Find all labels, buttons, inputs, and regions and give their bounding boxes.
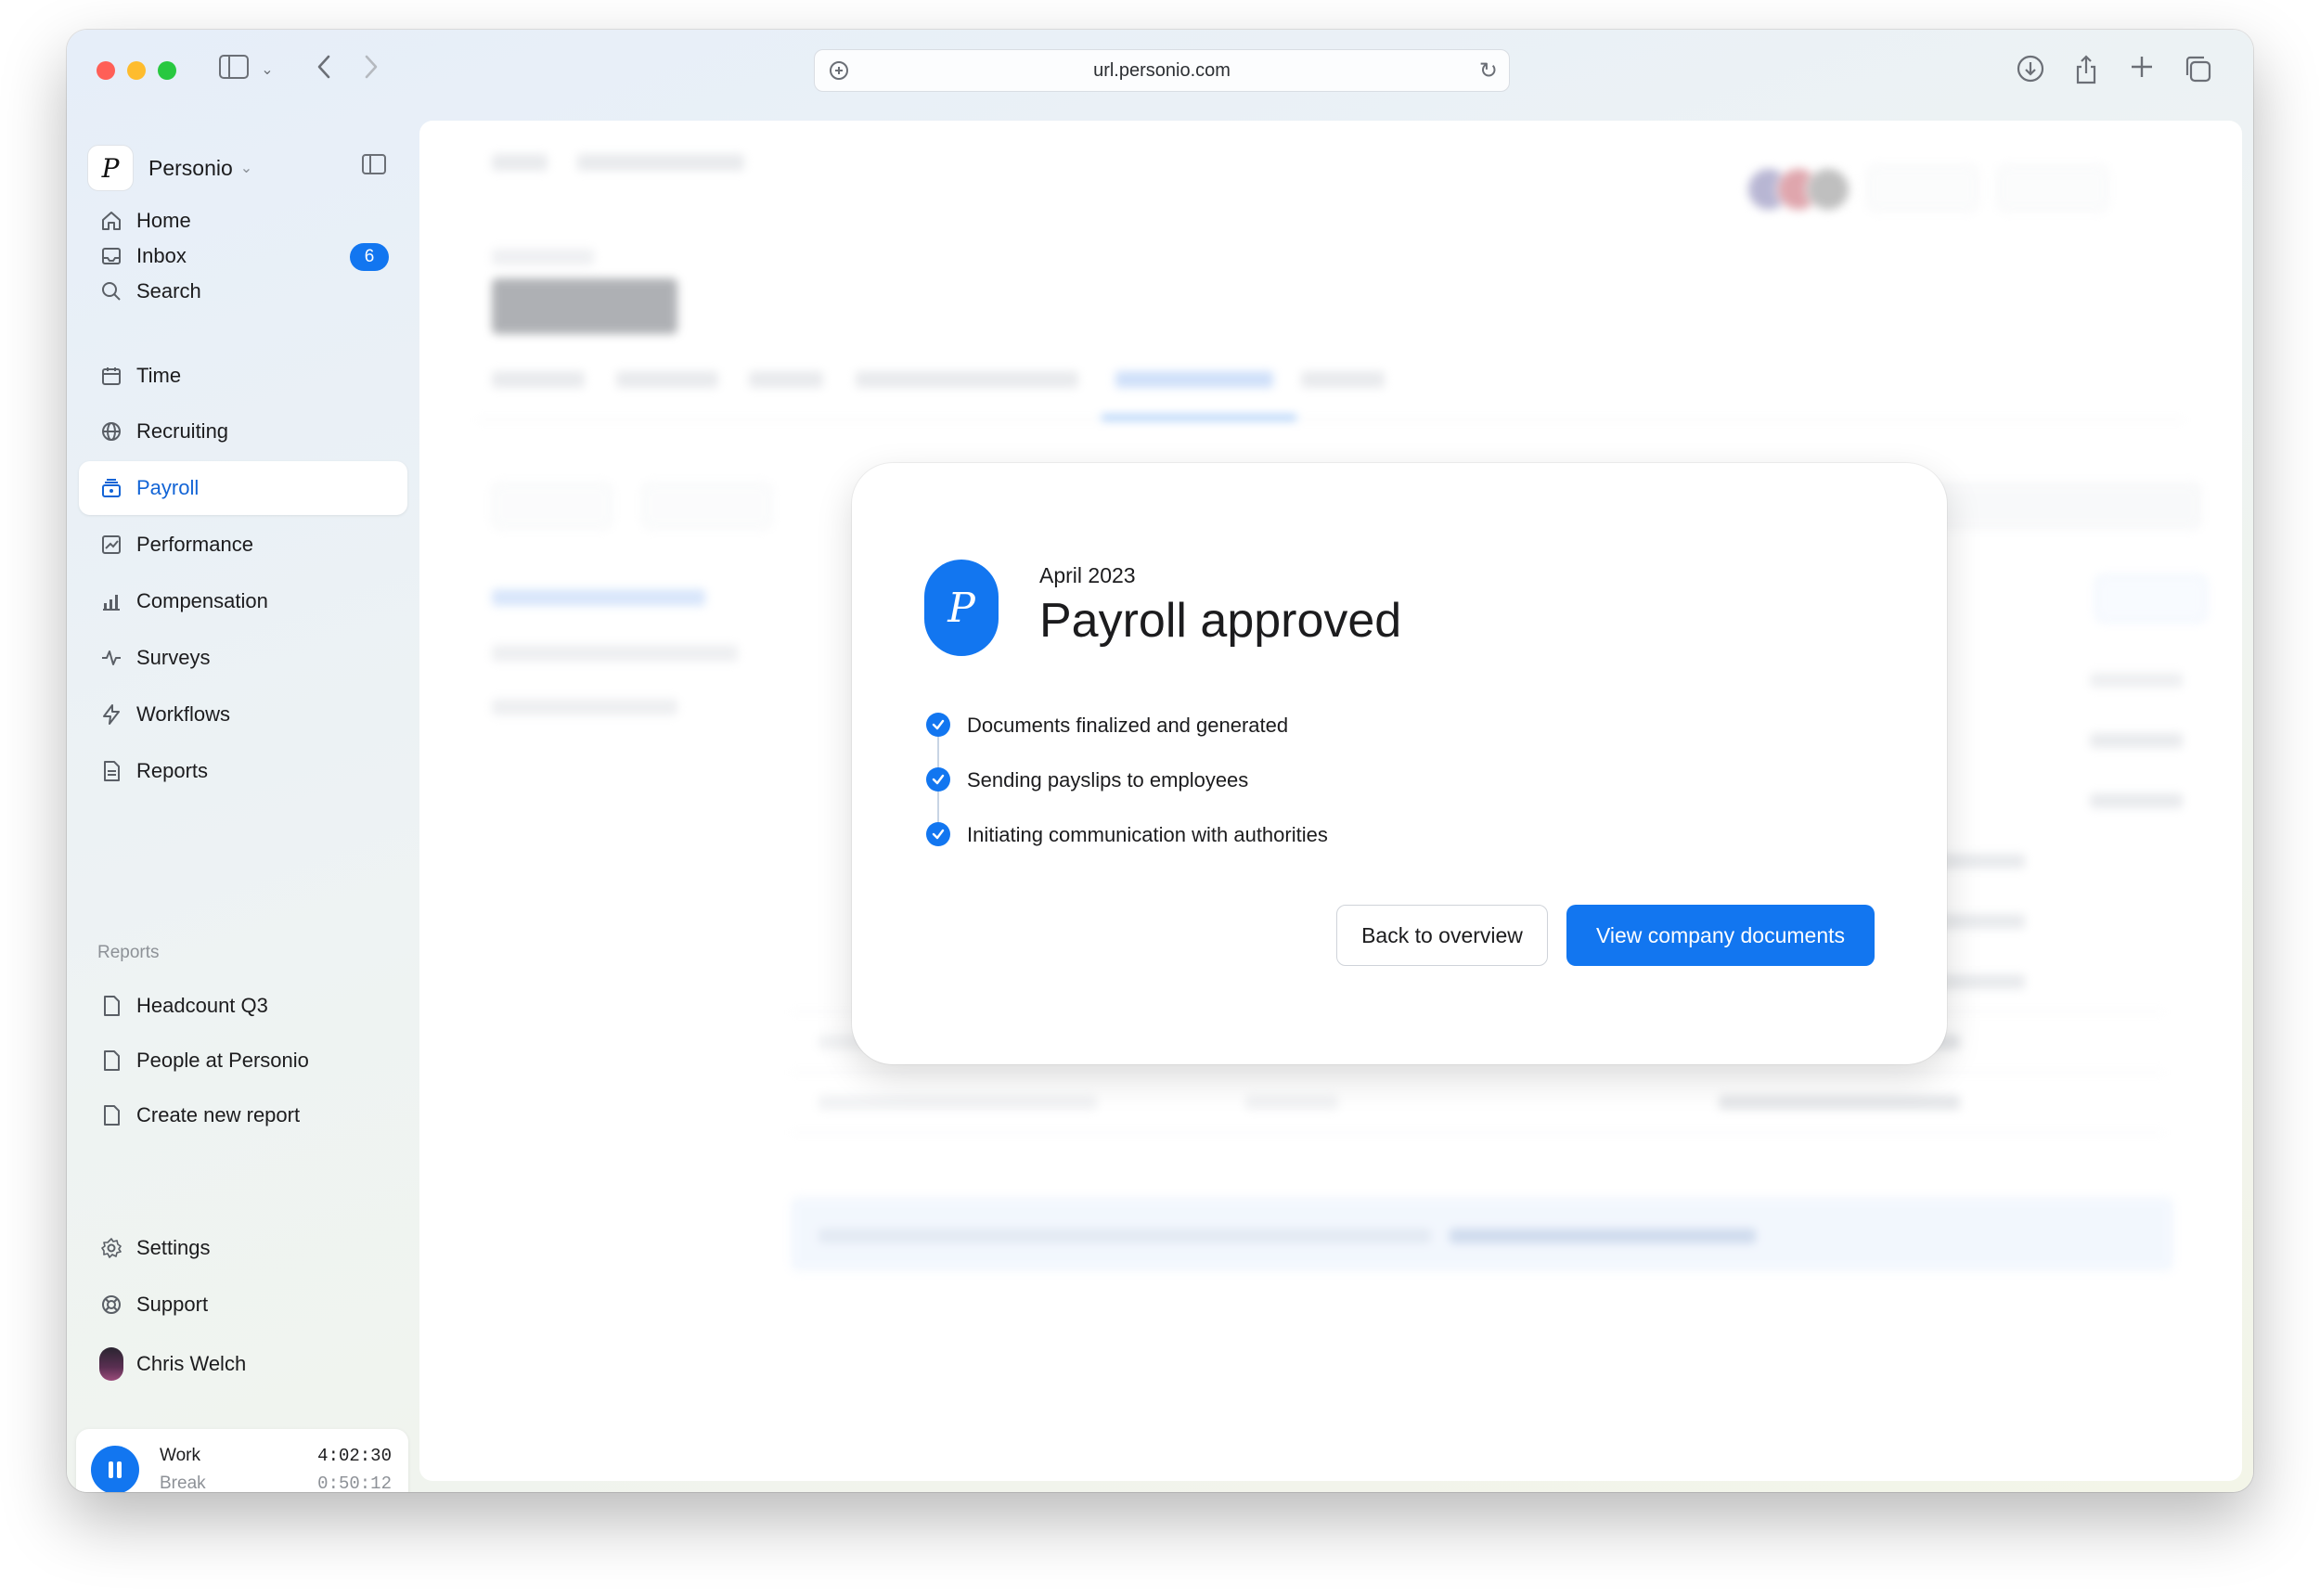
personio-logo-icon: P xyxy=(924,560,999,656)
sidebar-item-label: Payroll xyxy=(136,476,200,499)
sidebar-item-label: Recruiting xyxy=(136,419,229,443)
sidebar-item-label: Time xyxy=(136,364,182,387)
file-icon xyxy=(99,1103,123,1127)
chevron-down-icon: ⌄ xyxy=(239,161,253,176)
sidebar-item-label: Compensation xyxy=(136,589,268,612)
sidebar-item-payroll[interactable]: Payroll xyxy=(79,461,407,515)
payroll-approved-dialog: P April 2023 Payroll approved Documents … xyxy=(852,463,1947,1064)
sidebar-item-label: People at Personio xyxy=(136,1049,309,1072)
dialog-title: Payroll approved xyxy=(1039,594,1402,648)
browser-window: ⌄ url.personio.com ↻ P Personio ⌄ Home I… xyxy=(67,30,2253,1492)
download-icon[interactable] xyxy=(2014,54,2047,92)
browser-toolbar: ⌄ url.personio.com ↻ xyxy=(67,30,2253,108)
chart-up-icon xyxy=(99,533,123,557)
sidebar-item-create-new-report[interactable]: Create new report xyxy=(79,1088,407,1142)
file-icon xyxy=(99,1049,123,1073)
check-icon xyxy=(926,767,950,792)
work-label: Work xyxy=(160,1446,200,1465)
sidebar-item-people-at-personio[interactable]: People at Personio xyxy=(79,1034,407,1088)
reload-icon[interactable]: ↻ xyxy=(1479,58,1498,84)
work-time: 4:02:30 xyxy=(317,1446,392,1466)
avatar xyxy=(99,1347,123,1381)
sidebar-item-time[interactable]: Time xyxy=(79,349,407,403)
sidebar-item-compensation[interactable]: Compensation xyxy=(79,574,407,628)
search-icon xyxy=(99,279,123,303)
check-icon xyxy=(926,713,950,737)
sidebar: P Personio ⌄ Home Inbox 6 Search Time Re… xyxy=(67,108,419,1492)
bar-chart-icon xyxy=(99,589,123,613)
pause-timer-button[interactable] xyxy=(91,1446,139,1492)
sidebar-item-settings[interactable]: Settings xyxy=(79,1221,407,1275)
sidebar-item-recruiting[interactable]: Recruiting xyxy=(79,405,407,458)
forward-icon[interactable] xyxy=(357,54,385,88)
tabs-overview-icon[interactable] xyxy=(2181,54,2214,92)
file-icon xyxy=(99,994,123,1018)
site-info-icon[interactable] xyxy=(828,59,850,82)
pulse-icon xyxy=(99,646,123,670)
sidebar-item-support[interactable]: Support xyxy=(79,1278,407,1332)
lifebuoy-icon xyxy=(99,1293,123,1317)
sidebar-item-label: Workflows xyxy=(136,702,231,726)
document-icon xyxy=(99,759,123,783)
step-text: Initiating communication with authoritie… xyxy=(967,823,1328,846)
check-icon xyxy=(926,822,950,846)
gear-icon xyxy=(99,1236,123,1260)
chevron-down-icon[interactable]: ⌄ xyxy=(258,54,277,87)
new-tab-icon[interactable] xyxy=(2125,54,2159,88)
sidebar-item-workflows[interactable]: Workflows xyxy=(79,688,407,741)
time-tracker-widget: Work 4:02:30 Break 0:50:12 xyxy=(76,1429,408,1492)
zoom-window-button[interactable] xyxy=(158,61,176,80)
minimize-window-button[interactable] xyxy=(127,61,146,80)
break-label: Break xyxy=(160,1474,206,1492)
bolt-icon xyxy=(99,702,123,727)
sidebar-item-reports[interactable]: Reports xyxy=(79,744,407,798)
sidebar-item-label: Settings xyxy=(136,1236,211,1259)
brand-name: Personio xyxy=(148,155,233,180)
close-window-button[interactable] xyxy=(97,61,115,80)
calendar-icon xyxy=(99,364,123,388)
payroll-icon xyxy=(99,476,123,500)
sidebar-item-label: Performance xyxy=(136,533,253,556)
sidebar-item-profile[interactable]: Chris Welch xyxy=(79,1337,407,1391)
personio-logo-icon: P xyxy=(87,145,134,191)
dialog-subtitle: April 2023 xyxy=(1039,563,1136,587)
sidebar-item-search[interactable]: Search xyxy=(79,264,407,318)
address-bar[interactable]: url.personio.com ↻ xyxy=(814,49,1510,92)
globe-icon xyxy=(99,419,123,444)
break-time: 0:50:12 xyxy=(317,1474,392,1492)
share-icon[interactable] xyxy=(2069,54,2103,94)
sidebar-item-label: Surveys xyxy=(136,646,211,669)
sidebar-toggle-icon[interactable] xyxy=(215,54,252,87)
view-company-documents-button[interactable]: View company documents xyxy=(1566,905,1875,966)
sidebar-item-label: Create new report xyxy=(136,1103,301,1126)
sidebar-item-performance[interactable]: Performance xyxy=(79,518,407,572)
sidebar-item-label: Headcount Q3 xyxy=(136,994,268,1017)
workspace-switcher[interactable]: P Personio ⌄ xyxy=(87,145,252,191)
sidebar-item-label: Support xyxy=(136,1293,209,1316)
collapse-sidebar-icon[interactable] xyxy=(362,154,386,174)
back-to-overview-button[interactable]: Back to overview xyxy=(1336,905,1548,966)
step-text: Documents finalized and generated xyxy=(967,714,1289,737)
url-text: url.personio.com xyxy=(1093,59,1231,81)
sidebar-item-label: Search xyxy=(136,279,201,302)
sidebar-item-label: Chris Welch xyxy=(136,1352,247,1375)
back-icon[interactable] xyxy=(310,54,338,88)
sidebar-item-headcount-q3[interactable]: Headcount Q3 xyxy=(79,979,407,1033)
sidebar-item-label: Reports xyxy=(136,759,209,782)
reports-section-label: Reports xyxy=(97,943,160,962)
step-text: Sending payslips to employees xyxy=(967,768,1249,792)
sidebar-item-surveys[interactable]: Surveys xyxy=(79,631,407,685)
